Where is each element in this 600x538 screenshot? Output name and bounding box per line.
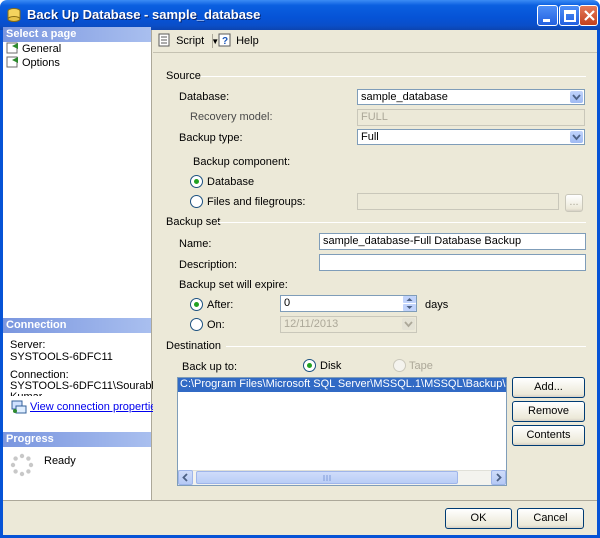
source-group-title: Source bbox=[166, 70, 201, 82]
script-icon bbox=[158, 33, 170, 47]
footer-separator bbox=[3, 500, 597, 501]
maximize-icon bbox=[564, 10, 576, 22]
progress-status: Ready bbox=[44, 455, 76, 467]
backup-component-label: Backup component: bbox=[193, 156, 291, 168]
chevron-right-icon bbox=[496, 473, 502, 482]
progress-spinner-icon bbox=[10, 453, 34, 477]
description-label: Description: bbox=[179, 259, 238, 271]
expire-date-value: 12/11/2013 bbox=[284, 318, 339, 330]
toolbar-separator bbox=[153, 52, 597, 53]
destination-tape-label: Tape bbox=[409, 360, 433, 372]
script-button[interactable]: Script ▼ bbox=[157, 33, 219, 49]
database-icon bbox=[6, 7, 22, 23]
maximize-button[interactable] bbox=[559, 5, 580, 26]
minimize-button[interactable] bbox=[537, 5, 558, 26]
window-title: Back Up Database - sample_database bbox=[27, 7, 261, 22]
back-up-to-label: Back up to: bbox=[182, 361, 238, 373]
scroll-left-button[interactable] bbox=[178, 470, 193, 485]
filegroups-field bbox=[357, 193, 559, 210]
backup-type-label: Backup type: bbox=[179, 132, 243, 144]
page-label: General bbox=[22, 43, 62, 55]
remove-button[interactable]: Remove bbox=[512, 401, 585, 422]
expire-label: Backup set will expire: bbox=[179, 279, 288, 291]
name-input[interactable]: sample_database-Full Database Backup bbox=[319, 233, 586, 250]
close-button[interactable] bbox=[579, 5, 598, 26]
page-general[interactable]: General bbox=[6, 42, 61, 56]
view-connection-properties-link[interactable]: View connection properties bbox=[30, 401, 162, 413]
backup-set-group-title: Backup set bbox=[166, 216, 221, 228]
grip-icon bbox=[323, 475, 331, 481]
add-button[interactable]: Add... bbox=[512, 377, 585, 398]
name-label: Name: bbox=[179, 238, 212, 250]
database-label: Database: bbox=[179, 91, 230, 103]
database-dropdown[interactable]: sample_database bbox=[357, 89, 585, 105]
left-pane bbox=[3, 30, 152, 500]
progress-header: Progress bbox=[3, 432, 151, 447]
script-label: Script bbox=[176, 35, 205, 47]
destination-tape-radio[interactable] bbox=[393, 359, 406, 372]
page-options[interactable]: Options bbox=[6, 56, 60, 70]
destination-disk-radio[interactable] bbox=[303, 359, 316, 372]
destination-list-item[interactable]: C:\Program Files\Microsoft SQL Server\MS… bbox=[178, 378, 506, 392]
expire-on-label: On: bbox=[207, 319, 225, 331]
expire-days-stepper[interactable]: 0 bbox=[280, 295, 417, 312]
source-group-line bbox=[201, 76, 586, 77]
chevron-left-icon bbox=[182, 473, 188, 482]
days-label: days bbox=[425, 299, 449, 311]
help-label: Help bbox=[236, 35, 259, 47]
backup-set-group-line bbox=[218, 222, 586, 223]
chevron-down-icon[interactable] bbox=[570, 91, 583, 103]
component-database-label: Database bbox=[207, 176, 255, 188]
connection-header: Connection bbox=[3, 318, 151, 333]
scroll-thumb[interactable] bbox=[196, 471, 458, 484]
svg-text:?: ? bbox=[222, 36, 228, 47]
filegroups-browse-button[interactable]: ... bbox=[565, 194, 583, 212]
component-database-radio[interactable] bbox=[190, 175, 203, 188]
expire-on-radio[interactable] bbox=[190, 318, 203, 331]
destination-disk-label: Disk bbox=[320, 360, 342, 372]
description-input[interactable] bbox=[319, 254, 586, 271]
page-label: Options bbox=[22, 57, 60, 69]
page-icon bbox=[6, 42, 20, 54]
destination-group-line bbox=[226, 346, 586, 347]
page-icon bbox=[6, 56, 20, 68]
backup-type-dropdown[interactable]: Full bbox=[357, 129, 585, 145]
contents-button[interactable]: Contents bbox=[512, 425, 585, 446]
help-icon: ? bbox=[218, 33, 231, 47]
server-label: Server: bbox=[10, 339, 46, 351]
connection-properties-icon bbox=[11, 400, 27, 414]
scroll-right-button[interactable] bbox=[491, 470, 506, 485]
stepper-arrows-icon[interactable] bbox=[403, 296, 416, 311]
expire-days-value: 0 bbox=[284, 297, 291, 309]
backup-type-value: Full bbox=[361, 131, 379, 143]
minimize-icon bbox=[543, 19, 550, 22]
help-button[interactable]: ? Help bbox=[217, 33, 259, 49]
recovery-model-field: FULL bbox=[357, 109, 585, 126]
ok-button[interactable]: OK bbox=[445, 508, 512, 529]
connection-value-overflow: Kumar bbox=[10, 391, 42, 396]
select-page-header: Select a page bbox=[3, 27, 151, 42]
expire-after-label: After: bbox=[207, 299, 234, 311]
component-files-label: Files and filegroups: bbox=[207, 196, 306, 208]
database-value: sample_database bbox=[361, 91, 448, 103]
destination-group-title: Destination bbox=[166, 340, 222, 352]
chevron-down-icon bbox=[402, 318, 415, 330]
recovery-model-label: Recovery model: bbox=[190, 111, 273, 123]
chevron-down-icon[interactable] bbox=[570, 131, 583, 143]
close-icon bbox=[584, 10, 595, 21]
cancel-button[interactable]: Cancel bbox=[517, 508, 584, 529]
expire-date-picker[interactable]: 12/11/2013 bbox=[280, 316, 417, 333]
component-files-radio[interactable] bbox=[190, 195, 203, 208]
toolbar-divider bbox=[212, 34, 213, 48]
expire-after-radio[interactable] bbox=[190, 298, 203, 311]
server-value: SYSTOOLS-6DFC11 bbox=[10, 351, 113, 363]
